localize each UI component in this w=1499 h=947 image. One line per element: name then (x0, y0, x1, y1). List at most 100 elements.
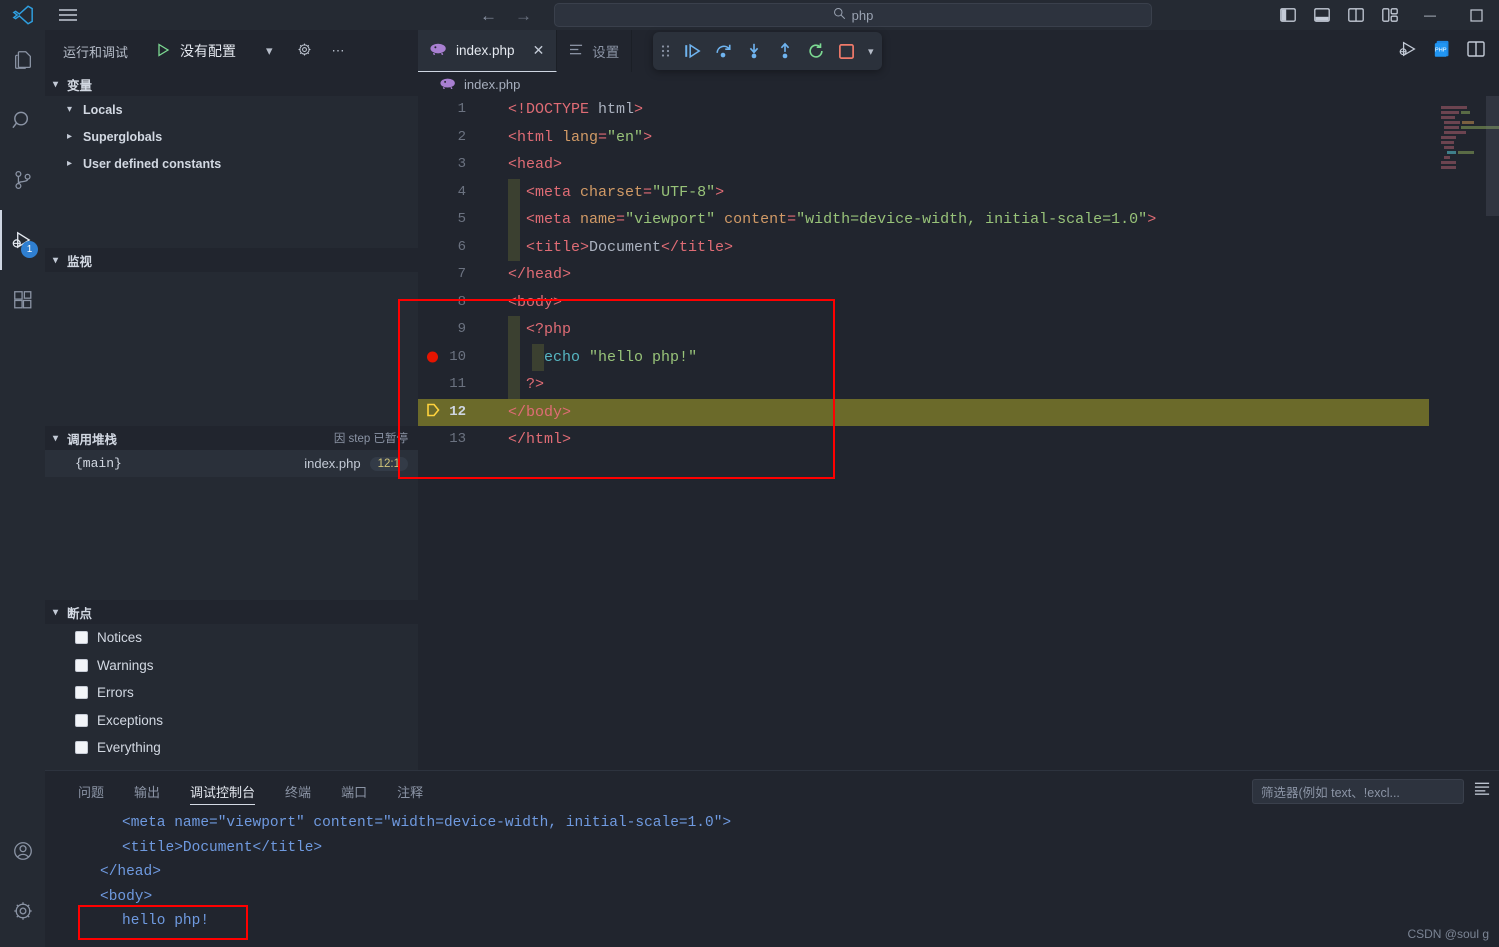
code-line[interactable]: 2 <html lang="en"> (418, 124, 1499, 152)
activity-bar-bottom (0, 821, 45, 947)
chevron-down-icon[interactable]: ▾ (868, 45, 874, 58)
tree-item-superglobals[interactable]: ▸ Superglobals (45, 123, 418, 150)
console-output-highlighted: hello php! (122, 913, 210, 929)
section-breakpoints-body: Notices Warnings Errors Exceptions Every… (45, 624, 418, 774)
code-editor[interactable]: 1 <!DOCTYPE html> 2 <html lang="en"> 3 <head>… (418, 96, 1499, 770)
breakpoint-row-errors[interactable]: Errors (45, 679, 418, 707)
code-line[interactable]: 1 <!DOCTYPE html> (418, 96, 1499, 124)
panel-tab-debug-console[interactable]: 调试控制台 (175, 771, 270, 811)
code-line[interactable]: 3 <head> (418, 151, 1499, 179)
section-breakpoints-header[interactable]: ▾ 断点 (45, 600, 418, 624)
panel-bottom-icon[interactable] (1305, 0, 1339, 30)
code-line[interactable]: 10 echo "hello php!" (418, 344, 1499, 372)
code-line[interactable]: 9 <?php (418, 316, 1499, 344)
panel-tab-problems[interactable]: 问题 (63, 771, 119, 811)
arrow-left-icon[interactable]: ← (480, 7, 497, 24)
panel-right-actions: 筛选器(例如 text、!excl... (1252, 771, 1491, 811)
hamburger-menu-icon[interactable] (45, 0, 90, 30)
console-filter-input[interactable]: 筛选器(例如 text、!excl... (1252, 778, 1464, 804)
checkbox[interactable] (75, 631, 88, 645)
checkbox[interactable] (75, 686, 88, 700)
tree-item-user-defined-constants[interactable]: ▸ User defined constants (45, 150, 418, 177)
code-line[interactable]: 7 </head> (418, 261, 1499, 289)
checkbox[interactable] (75, 658, 88, 672)
section-callstack-header[interactable]: ▾ 调用堆栈 因 step 已暂停 (45, 426, 418, 450)
checkbox[interactable] (75, 713, 88, 727)
debug-restart-button[interactable] (807, 42, 825, 60)
settings-lines-icon (569, 43, 584, 59)
debug-console-output[interactable]: <meta name="viewport" content="width=dev… (45, 811, 1499, 934)
sidebar-item-explorer[interactable] (0, 30, 45, 90)
panel-tab-comments[interactable]: 注释 (382, 771, 438, 811)
chevron-down-icon: ▾ (53, 606, 59, 618)
panel-tab-ports[interactable]: 端口 (326, 771, 382, 811)
panel-right-icon[interactable] (1339, 0, 1373, 30)
gear-icon[interactable] (297, 42, 312, 60)
panel-tab-terminal[interactable]: 终端 (270, 771, 326, 811)
clear-icon[interactable] (1474, 781, 1491, 801)
panel-tab-output[interactable]: 输出 (119, 771, 175, 811)
breakpoint-row-exceptions[interactable]: Exceptions (45, 707, 418, 735)
arrow-right-icon[interactable]: → (515, 7, 532, 24)
tab-index-php[interactable]: index.php ✕ (418, 30, 558, 72)
chevron-down-icon[interactable]: ▾ (266, 43, 273, 59)
debug-stop-button[interactable] (838, 43, 855, 60)
editor-scrollbar[interactable] (1486, 96, 1499, 216)
code-lines[interactable]: 1 <!DOCTYPE html> 2 <html lang="en"> 3 <head>… (418, 96, 1499, 454)
breakpoint-dot-icon[interactable] (427, 351, 438, 363)
sidebar-item-source-control[interactable] (0, 150, 45, 210)
debug-continue-button[interactable] (683, 42, 701, 60)
manage-settings-button[interactable] (0, 881, 45, 941)
breakpoint-row-warnings[interactable]: Warnings (45, 652, 418, 680)
breadcrumb[interactable]: index.php (418, 72, 1499, 96)
search-input[interactable]: php (554, 3, 1152, 27)
close-icon[interactable]: ✕ (533, 42, 545, 59)
tree-item-label: Locals (83, 102, 123, 117)
watermark: CSDN @soul g (1407, 927, 1489, 941)
maximize-window[interactable] (1453, 0, 1499, 30)
line-number: 7 (457, 266, 466, 282)
play-icon[interactable] (156, 42, 170, 60)
sidebar-item-search[interactable] (0, 90, 45, 150)
minimize-window[interactable]: — (1407, 0, 1453, 30)
breakpoint-row-everything[interactable]: Everything (45, 734, 418, 762)
debug-step-into-button[interactable] (745, 42, 763, 60)
panel-left-icon[interactable] (1271, 0, 1305, 30)
code-line[interactable]: 4 <meta charset="UTF-8"> (418, 179, 1499, 207)
code-text: ?> (526, 376, 545, 393)
breakpoint-row-notices[interactable]: Notices (45, 624, 418, 652)
callstack-row[interactable]: {main} index.php 12:1 (45, 450, 418, 477)
section-variables-title: 变量 (67, 78, 93, 93)
grip-dots-icon[interactable] (661, 44, 670, 58)
php-elephant-icon (440, 77, 457, 92)
debug-config-label[interactable]: 没有配置 (180, 41, 236, 61)
run-or-debug-button[interactable] (1399, 40, 1419, 63)
code-line[interactable]: 6 <title>Document</title> (418, 234, 1499, 262)
debug-step-over-button[interactable] (714, 42, 732, 60)
section-variables-header[interactable]: ▾ 变量 (45, 72, 418, 96)
tree-item-locals[interactable]: ▾ Locals (45, 96, 418, 123)
panel-tab-label: 问题 (78, 784, 105, 800)
ellipsis-icon[interactable]: ⋯ (332, 43, 346, 59)
line-number: 5 (457, 211, 466, 227)
tab-settings[interactable]: 设置 (557, 30, 633, 72)
code-line[interactable]: 11 ?> (418, 371, 1499, 399)
code-line[interactable]: 13 </html> (418, 426, 1499, 454)
code-line[interactable]: 5 <meta name="viewport" content="width=d… (418, 206, 1499, 234)
checkbox[interactable] (75, 741, 88, 755)
split-editor-button[interactable] (1467, 40, 1485, 62)
line-number: 2 (457, 128, 466, 145)
code-text: <head> (508, 156, 563, 173)
sidebar-item-extensions[interactable] (0, 270, 45, 330)
sidebar-item-run-debug[interactable]: 1 (0, 210, 45, 270)
code-line[interactable]: 12 </body> (418, 398, 1499, 426)
tree-item-label: User defined constants (83, 156, 222, 171)
section-watch-header[interactable]: ▾ 监视 (45, 248, 418, 272)
debug-step-out-button[interactable] (776, 42, 794, 60)
layout-grid-icon[interactable] (1373, 0, 1407, 30)
code-text: </body> (508, 403, 572, 421)
php-file-icon[interactable]: PHP (1433, 39, 1453, 64)
console-output-line: <body> (100, 888, 153, 905)
accounts-button[interactable] (0, 821, 45, 881)
code-line[interactable]: 8 <body> (418, 289, 1499, 317)
